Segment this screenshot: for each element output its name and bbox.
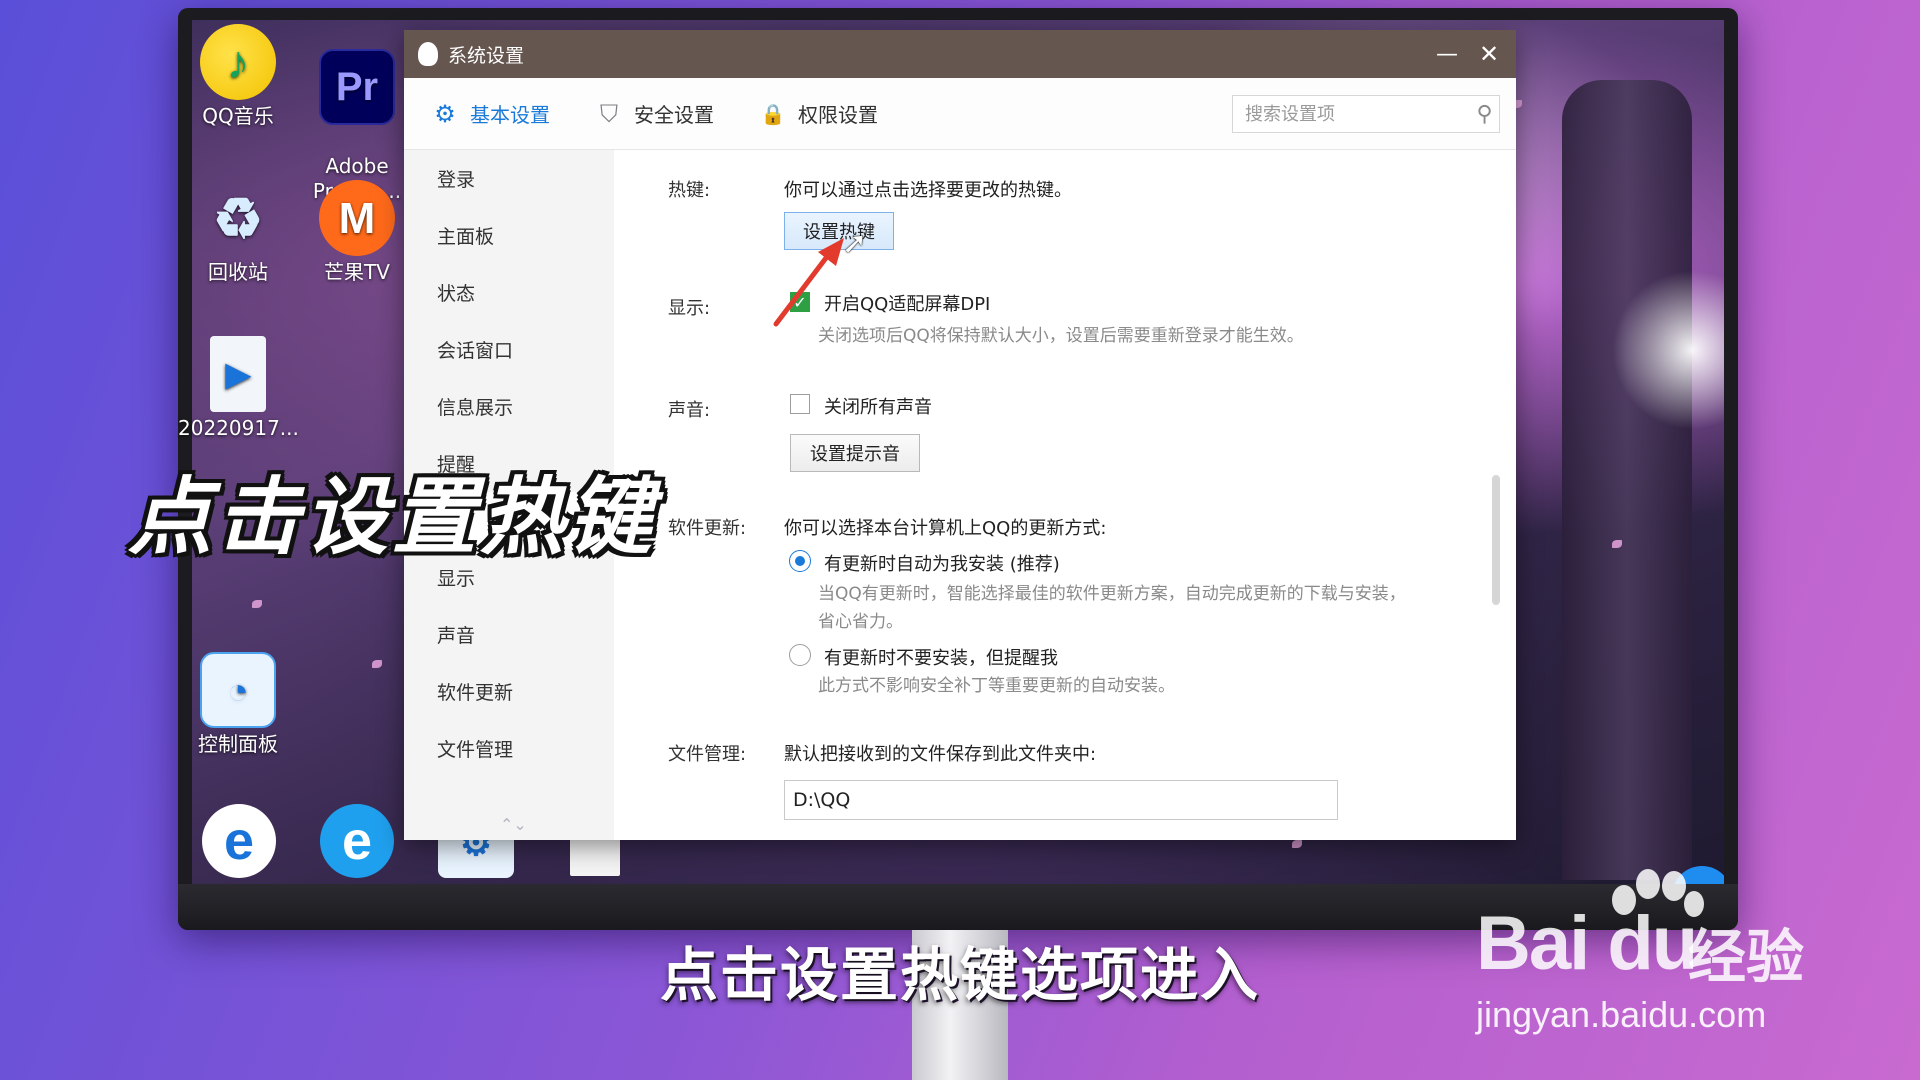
settings-window: 系统设置 — ✕ ⚙ 基本设置 ⛉ 安全设置 🔒 权限设置 ⚲ 登录 主面板 状… [404, 30, 1516, 840]
file-management-description: 默认把接收到的文件保存到此文件夹中: [784, 744, 1097, 765]
desktop-icon-mangotv[interactable]: M 芒果TV [297, 180, 417, 285]
auto-install-note: 当QQ有更新时，智能选择最佳的软件更新方案，自动完成更新的下载与安装，省心省力。 [818, 584, 1406, 632]
sound-label: 声音: [668, 400, 711, 421]
tab-basic-settings[interactable]: ⚙ 基本设置 [432, 99, 550, 128]
mute-all-label: 关闭所有声音 [824, 397, 932, 418]
sidebar-item-status[interactable]: 状态 [404, 264, 614, 321]
sidebar-item-chat-window[interactable]: 会话窗口 [404, 321, 614, 378]
sidebar-item-info-display[interactable]: 信息展示 [404, 378, 614, 435]
petal [372, 660, 382, 668]
premiere-icon: Pr [319, 49, 395, 125]
overlay-headline: 点击设置热键 [128, 468, 657, 566]
desktop-icon-label: 芒果TV [324, 260, 390, 284]
hotkey-description: 你可以通过点击选择要更改的热键。 [784, 180, 1072, 201]
desktop-icon-video-file[interactable]: ▶ 20220917... [178, 336, 299, 441]
dpi-note: 关闭选项后QQ将保持默认大小，设置后需要重新登录才能生效。 [818, 326, 1304, 346]
notify-only-radio[interactable] [789, 644, 811, 666]
tab-label: 安全设置 [634, 103, 714, 127]
desktop-icon-label: 20220917... [178, 416, 299, 440]
mangotv-icon: M [319, 180, 395, 256]
desktop-icon-label: 回收站 [208, 260, 268, 284]
petal [1292, 840, 1302, 848]
qq-penguin-icon [418, 42, 438, 66]
document-icon[interactable] [570, 838, 620, 876]
search-icon[interactable]: ⚲ [1470, 102, 1499, 127]
set-alert-sound-button[interactable]: 设置提示音 [790, 434, 920, 472]
settings-tabbar: ⚙ 基本设置 ⛉ 安全设置 🔒 权限设置 ⚲ [404, 78, 1516, 150]
notify-only-note: 此方式不影响安全补丁等重要更新的自动安装。 [818, 676, 1175, 696]
sidebar-item-sound[interactable]: 声音 [404, 606, 614, 663]
settings-content: 热键: 你可以通过点击选择要更改的热键。 设置热键 显示: ✓ 开启QQ适配屏幕… [614, 150, 1502, 840]
sidebar-item-file-management[interactable]: 文件管理 [404, 720, 614, 777]
baidu-logo: Bai du [1476, 869, 1704, 987]
display-label: 显示: [668, 298, 711, 319]
minimize-button[interactable]: — [1430, 38, 1464, 70]
watermark-url: jingyan.baidu.com [1476, 994, 1767, 1035]
desktop-icon-label: 控制面板 [198, 732, 278, 756]
desktop-icon-control-panel[interactable]: ◔ 控制面板 [178, 652, 298, 757]
desktop-icon-recycle-bin[interactable]: ♻ 回收站 [178, 180, 298, 285]
video-file-icon: ▶ [210, 336, 266, 412]
petal [252, 600, 262, 608]
sidebar-scroll-arrows-icon[interactable]: ⌃⌄ [500, 817, 527, 833]
lock-icon: 🔒 [760, 101, 786, 126]
save-path-field[interactable]: D:\QQ [784, 780, 1338, 820]
content-scrollbar[interactable] [1492, 475, 1500, 605]
shield-icon: ⛉ [600, 99, 618, 128]
window-title: 系统设置 [448, 44, 525, 67]
sidebar-item-login[interactable]: 登录 [404, 150, 614, 207]
settings-search: ⚲ [1232, 95, 1500, 133]
tab-label: 权限设置 [798, 103, 878, 127]
tab-permission-settings[interactable]: 🔒 权限设置 [760, 99, 878, 128]
edge-browser-icon[interactable]: e [320, 804, 394, 878]
desktop-icon-qqmusic[interactable]: ♪ QQ音乐 [178, 24, 298, 129]
control-panel-icon: ◔ [200, 652, 276, 728]
hotkey-label: 热键: [668, 180, 711, 201]
tab-label: 基本设置 [470, 103, 550, 127]
gear-icon: ⚙ [434, 99, 456, 128]
desktop-icon-label: QQ音乐 [202, 104, 274, 128]
ie-browser-icon[interactable]: e [202, 804, 276, 878]
baidu-jingyan-label: 经验 [1688, 923, 1805, 991]
sidebar-item-main-panel[interactable]: 主面板 [404, 207, 614, 264]
mute-all-checkbox[interactable] [790, 394, 810, 414]
sidebar-item-update[interactable]: 软件更新 [404, 663, 614, 720]
petal [1612, 540, 1622, 548]
close-button[interactable]: ✕ [1472, 38, 1506, 70]
auto-install-radio[interactable] [789, 550, 811, 572]
recycle-bin-icon: ♻ [212, 186, 264, 250]
wallpaper-tree [1562, 80, 1692, 880]
tab-security-settings[interactable]: ⛉ 安全设置 [596, 99, 714, 128]
window-titlebar: 系统设置 — ✕ [404, 30, 1516, 78]
auto-install-label: 有更新时自动为我安装 (推荐) [824, 554, 1060, 575]
search-input[interactable] [1245, 103, 1470, 125]
notify-only-label: 有更新时不要安装，但提醒我 [824, 648, 1058, 669]
annotation-arrow-icon [773, 238, 844, 327]
file-management-label: 文件管理: [668, 744, 747, 765]
update-label: 软件更新: [668, 518, 747, 539]
update-description: 你可以选择本台计算机上QQ的更新方式: [784, 518, 1107, 539]
qqmusic-icon: ♪ [200, 24, 276, 100]
